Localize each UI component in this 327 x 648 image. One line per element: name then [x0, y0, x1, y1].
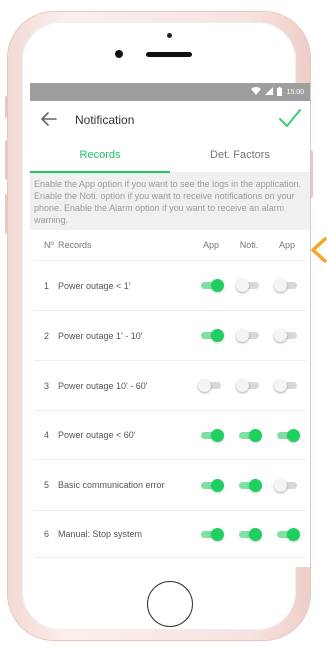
battery-icon — [277, 86, 283, 98]
noti-toggle[interactable] — [237, 428, 262, 442]
app-toggle[interactable] — [199, 527, 224, 541]
row-label: Power outage 1' - 10' — [58, 330, 143, 341]
alarm-toggle[interactable] — [274, 478, 299, 492]
table-row: 2 Power outage 1' - 10' — [34, 311, 306, 361]
header-alarm: App — [278, 240, 295, 250]
row-label: Power outage < 60' — [58, 430, 136, 440]
app-toggle[interactable] — [198, 379, 223, 393]
records-list: 1 Power outage < 1' 2 Power outage 1' - … — [30, 261, 310, 558]
row-label: Power outage < 1' — [58, 280, 131, 291]
row-label: Power outage 10' - 60' — [58, 380, 148, 391]
noti-toggle[interactable] — [236, 329, 261, 343]
table-row: 4 Power outage < 60' — [34, 411, 306, 460]
earpiece-speaker — [146, 52, 192, 57]
wifi-icon — [251, 87, 262, 97]
front-camera — [115, 50, 123, 58]
noti-toggle[interactable] — [237, 478, 262, 492]
table-header: Nº Records App Noti. App — [34, 230, 306, 261]
table-row: 6 Manual: Stop system — [34, 511, 306, 558]
chevron-left-icon — [311, 237, 327, 263]
alarm-toggle[interactable] — [275, 527, 300, 541]
header-no: Nº — [44, 240, 54, 250]
noti-toggle[interactable] — [236, 379, 261, 393]
info-text: Enable the App option if you want to see… — [30, 173, 310, 230]
alarm-toggle[interactable] — [274, 329, 299, 343]
row-label: Basic communication error — [58, 480, 165, 490]
header-app: App — [202, 240, 219, 250]
row-number: 1 — [44, 280, 50, 291]
alarm-toggle[interactable] — [274, 379, 299, 393]
check-icon — [279, 109, 301, 127]
app-bar: Notification — [30, 101, 310, 138]
app-screen: 15:00 Notification Records Det. Factors … — [30, 83, 310, 567]
app-toggle[interactable] — [199, 478, 224, 492]
row-label: Manual: Stop system — [58, 529, 143, 539]
status-time: 15:00 — [286, 88, 304, 96]
alarm-toggle[interactable] — [275, 428, 300, 442]
back-button[interactable] — [40, 110, 58, 128]
row-number: 6 — [44, 529, 50, 539]
noti-toggle[interactable] — [237, 527, 262, 541]
alarm-toggle[interactable] — [274, 279, 299, 293]
app-toggle[interactable] — [199, 428, 224, 442]
table-row: 1 Power outage < 1' — [34, 261, 306, 311]
active-tab-indicator — [30, 171, 170, 173]
proximity-sensor — [167, 33, 172, 38]
header-noti: Noti. — [239, 240, 259, 250]
app-toggle[interactable] — [199, 329, 224, 343]
noti-toggle[interactable] — [236, 279, 261, 293]
arrow-left-icon — [41, 112, 57, 126]
row-number: 4 — [44, 430, 50, 440]
app-toggle[interactable] — [199, 279, 224, 293]
status-bar: 15:00 — [30, 83, 310, 101]
header-records: Records — [58, 240, 92, 250]
home-button[interactable] — [147, 581, 193, 627]
tab-bar: Records Det. Factors — [30, 138, 310, 173]
row-number: 3 — [44, 380, 50, 391]
table-row: 3 Power outage 10' - 60' — [34, 361, 306, 411]
tab-records[interactable]: Records — [30, 138, 170, 172]
tab-det-factors[interactable]: Det. Factors — [170, 138, 310, 172]
confirm-button[interactable] — [278, 107, 302, 133]
row-number: 5 — [44, 480, 50, 490]
table-row: 5 Basic communication error — [34, 460, 306, 511]
row-number: 2 — [44, 330, 50, 341]
signal-icon — [265, 87, 274, 97]
page-title: Notification — [75, 113, 135, 127]
